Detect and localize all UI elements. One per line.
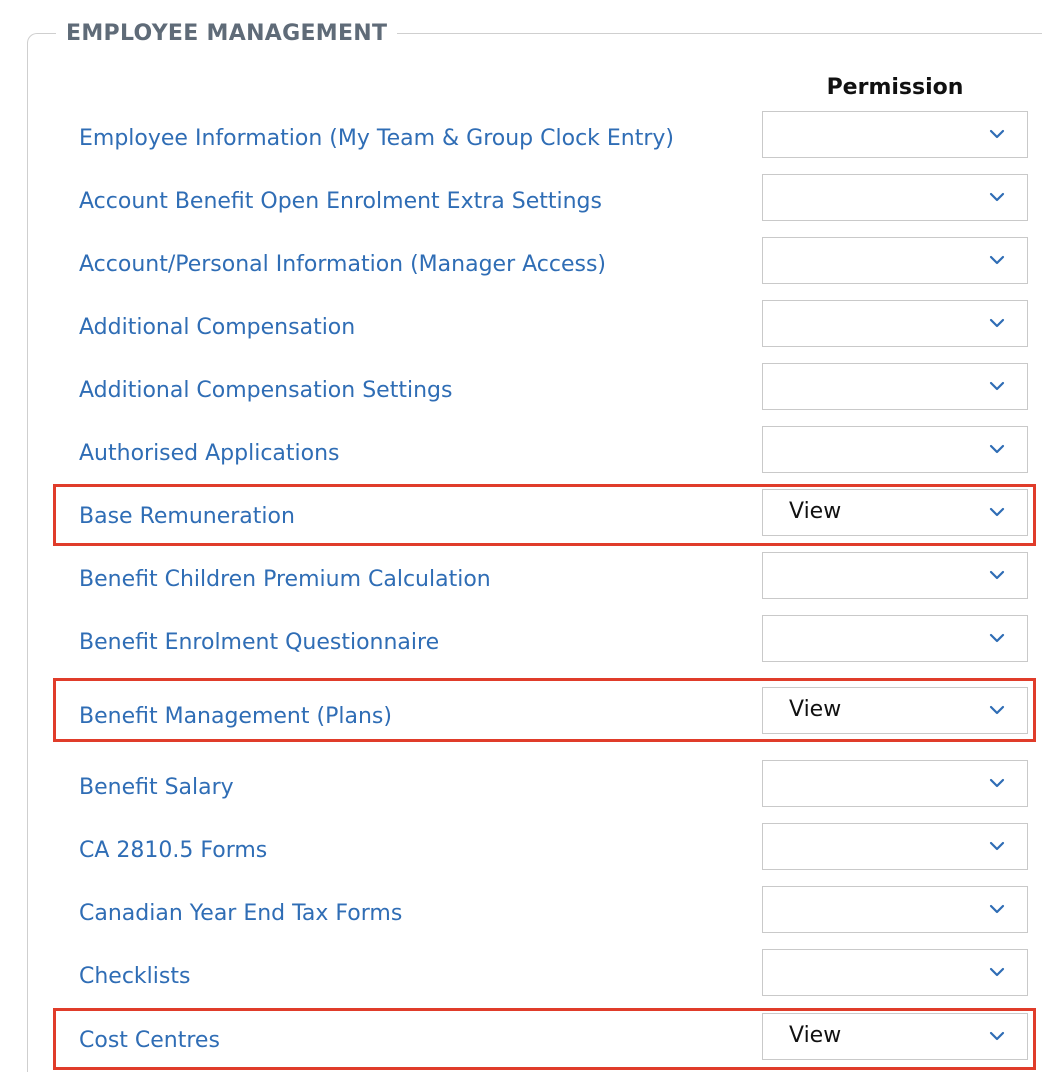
row-label[interactable]: Employee Information (My Team & Group Cl…: [79, 123, 674, 155]
chevron-down-icon: [989, 841, 1005, 851]
permission-select[interactable]: [762, 111, 1028, 158]
permission-select[interactable]: View: [762, 489, 1028, 536]
permission-column-header: Permission: [826, 75, 964, 100]
chevron-down-icon: [989, 381, 1005, 391]
permission-row: Benefit Enrolment Questionnaire: [0, 615, 1042, 678]
row-label[interactable]: Additional Compensation Settings: [79, 375, 452, 407]
row-label[interactable]: Canadian Year End Tax Forms: [79, 898, 402, 930]
permission-row: Base Remuneration View: [0, 489, 1042, 552]
row-label[interactable]: Base Remuneration: [79, 501, 295, 533]
permission-select[interactable]: [762, 426, 1028, 473]
permission-row: Account Benefit Open Enrolment Extra Set…: [0, 174, 1042, 237]
permission-row: Additional Compensation: [0, 300, 1042, 363]
row-label[interactable]: Benefit Salary: [79, 772, 234, 804]
permission-select[interactable]: [762, 300, 1028, 347]
row-label[interactable]: Benefit Children Premium Calculation: [79, 564, 491, 596]
row-label[interactable]: Benefit Management (Plans): [79, 701, 392, 733]
chevron-down-icon: [989, 633, 1005, 643]
select-value: View: [789, 697, 842, 722]
permission-row: Canadian Year End Tax Forms: [0, 886, 1042, 949]
row-label[interactable]: Account Benefit Open Enrolment Extra Set…: [79, 186, 602, 218]
permission-row: Checklists: [0, 949, 1042, 1012]
permission-select[interactable]: [762, 237, 1028, 284]
chevron-down-icon: [989, 318, 1005, 328]
permission-select[interactable]: [762, 823, 1028, 870]
permission-select[interactable]: [762, 552, 1028, 599]
permission-select[interactable]: [762, 363, 1028, 410]
chevron-down-icon: [989, 192, 1005, 202]
row-label[interactable]: CA 2810.5 Forms: [79, 835, 267, 867]
row-label[interactable]: Authorised Applications: [79, 438, 340, 470]
section-title: EMPLOYEE MANAGEMENT: [56, 18, 398, 50]
permission-select[interactable]: View: [762, 687, 1028, 734]
permission-row: Benefit Salary: [0, 760, 1042, 823]
permission-row: Account/Personal Information (Manager Ac…: [0, 237, 1042, 300]
chevron-down-icon: [989, 705, 1005, 715]
permission-select[interactable]: [762, 760, 1028, 807]
row-label[interactable]: Checklists: [79, 961, 190, 993]
permission-row: Benefit Children Premium Calculation: [0, 552, 1042, 615]
permission-row: Authorised Applications: [0, 426, 1042, 489]
permission-row: Employee Information (My Team & Group Cl…: [0, 111, 1042, 174]
select-value: View: [789, 1023, 842, 1048]
chevron-down-icon: [989, 444, 1005, 454]
row-label[interactable]: Cost Centres: [79, 1025, 220, 1057]
chevron-down-icon: [989, 507, 1005, 517]
permission-select[interactable]: [762, 886, 1028, 933]
permission-select[interactable]: View: [762, 1013, 1028, 1060]
employee-management-page: EMPLOYEE MANAGEMENT Permission Employee …: [0, 0, 1042, 1072]
chevron-down-icon: [989, 967, 1005, 977]
row-label[interactable]: Additional Compensation: [79, 312, 355, 344]
permission-select[interactable]: [762, 615, 1028, 662]
chevron-down-icon: [989, 904, 1005, 914]
permission-row: CA 2810.5 Forms: [0, 823, 1042, 886]
row-label[interactable]: Account/Personal Information (Manager Ac…: [79, 249, 606, 281]
row-label[interactable]: Benefit Enrolment Questionnaire: [79, 627, 439, 659]
permission-row: Cost Centres View: [0, 1013, 1042, 1072]
permission-row: Benefit Management (Plans) View: [0, 687, 1042, 750]
permission-row: Additional Compensation Settings: [0, 363, 1042, 426]
chevron-down-icon: [989, 1031, 1005, 1041]
permission-select[interactable]: [762, 949, 1028, 996]
permission-select[interactable]: [762, 174, 1028, 221]
chevron-down-icon: [989, 570, 1005, 580]
select-value: View: [789, 499, 842, 524]
chevron-down-icon: [989, 255, 1005, 265]
chevron-down-icon: [989, 778, 1005, 788]
chevron-down-icon: [989, 129, 1005, 139]
